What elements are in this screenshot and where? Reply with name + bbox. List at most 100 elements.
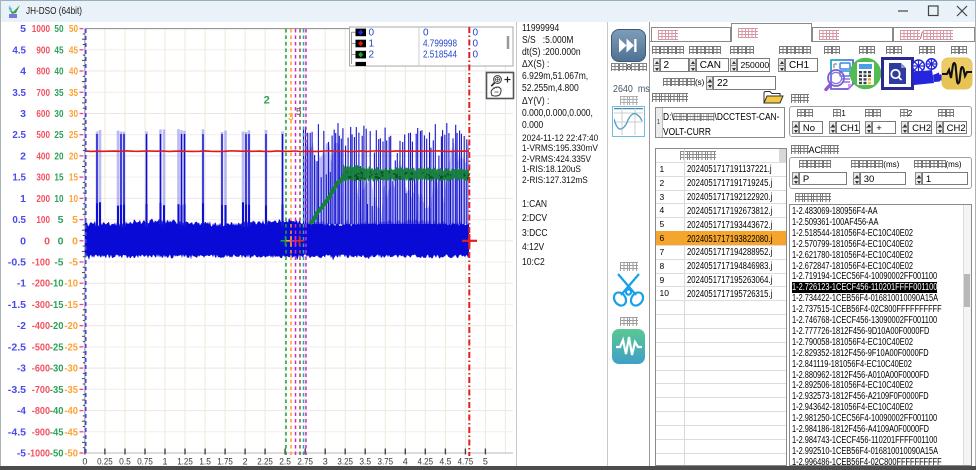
svg-text:15: 15 [69, 172, 78, 184]
svg-text:10: 10 [54, 193, 63, 205]
svg-text:-15: -15 [64, 299, 78, 311]
svg-text:1000: 1000 [32, 23, 50, 35]
svg-text:15: 15 [54, 172, 63, 184]
svg-text:100: 100 [36, 214, 50, 226]
svg-text:0: 0 [473, 27, 479, 38]
svg-text:-40: -40 [50, 405, 64, 417]
svg-text:-1000: -1000 [27, 448, 50, 460]
svg-text:-100: -100 [32, 257, 50, 269]
svg-text:-45: -45 [50, 426, 64, 438]
svg-text:-300: -300 [32, 299, 50, 311]
svg-text:-15: -15 [50, 299, 64, 311]
svg-text:4.5: 4.5 [440, 457, 452, 467]
svg-text:2.5: 2.5 [12, 129, 26, 141]
svg-text:5: 5 [58, 214, 64, 226]
svg-text:-45: -45 [64, 426, 78, 438]
svg-text:0.75: 0.75 [137, 457, 153, 467]
svg-text:5: 5 [483, 457, 488, 467]
svg-text:-25: -25 [64, 341, 78, 353]
svg-text:3.25: 3.25 [337, 457, 353, 467]
svg-text:500: 500 [36, 129, 50, 141]
svg-text:35: 35 [54, 87, 63, 99]
svg-text:-30: -30 [50, 363, 64, 375]
svg-text:-4.5: -4.5 [8, 426, 26, 438]
svg-text:4.799998: 4.799998 [423, 39, 457, 50]
svg-text:0: 0 [423, 27, 429, 38]
svg-text:-10: -10 [64, 278, 78, 290]
svg-text:2: 2 [264, 95, 270, 107]
svg-text:0: 0 [369, 27, 375, 38]
svg-text:-700: -700 [32, 384, 50, 396]
svg-text:20: 20 [69, 150, 78, 162]
svg-text:-5: -5 [69, 257, 78, 269]
svg-text:200: 200 [36, 193, 50, 205]
svg-text:40: 40 [69, 66, 78, 78]
svg-text:400: 400 [36, 150, 50, 162]
svg-text:2.518544: 2.518544 [423, 50, 457, 61]
svg-text:50: 50 [54, 23, 63, 35]
svg-text:2.5: 2.5 [279, 457, 291, 467]
svg-text:3: 3 [288, 112, 294, 123]
svg-text:45: 45 [69, 44, 78, 56]
svg-text:-3: -3 [17, 363, 26, 375]
svg-text:35: 35 [69, 87, 78, 99]
svg-text:-2.5: -2.5 [8, 341, 26, 353]
svg-text:5: 5 [296, 107, 302, 118]
svg-text:-3.5: -3.5 [8, 384, 26, 396]
svg-text:-600: -600 [32, 363, 50, 375]
svg-text:-5: -5 [54, 257, 63, 269]
svg-text:2: 2 [243, 457, 248, 467]
svg-text:10: 10 [69, 193, 78, 205]
svg-text:2: 2 [369, 50, 375, 61]
svg-text:600: 600 [36, 108, 50, 120]
svg-text:1: 1 [369, 39, 375, 50]
svg-text:0.25: 0.25 [97, 457, 113, 467]
svg-text:-500: -500 [32, 341, 50, 353]
svg-text:1: 1 [20, 193, 26, 205]
svg-text:0: 0 [473, 39, 479, 50]
svg-text:1: 1 [162, 457, 167, 467]
svg-text:0: 0 [82, 457, 87, 467]
svg-text:3.75: 3.75 [378, 457, 394, 467]
svg-text:-400: -400 [32, 320, 50, 332]
svg-text:-20: -20 [64, 320, 78, 332]
svg-text:50: 50 [69, 23, 78, 35]
svg-text:-50: -50 [50, 448, 64, 460]
svg-text:-35: -35 [50, 384, 64, 396]
svg-text:45: 45 [54, 44, 63, 56]
svg-text:-20: -20 [50, 320, 64, 332]
svg-text:-25: -25 [50, 341, 64, 353]
svg-text:0: 0 [20, 235, 26, 247]
svg-text:4.75: 4.75 [458, 457, 474, 467]
svg-text:25: 25 [54, 129, 63, 141]
svg-text:-10: -10 [50, 278, 64, 290]
svg-text:0: 0 [44, 235, 50, 247]
svg-text:-0.5: -0.5 [8, 257, 26, 269]
svg-text:-40: -40 [64, 405, 78, 417]
svg-text:-50: -50 [64, 448, 78, 460]
svg-text:-30: -30 [64, 363, 78, 375]
svg-text:5: 5 [72, 214, 78, 226]
svg-text:-2: -2 [17, 320, 26, 332]
svg-text:20: 20 [54, 150, 63, 162]
svg-text:30: 30 [54, 108, 63, 120]
svg-text:3: 3 [323, 457, 328, 467]
svg-text:-4: -4 [17, 405, 26, 417]
svg-text:2.75: 2.75 [297, 457, 313, 467]
svg-text:-900: -900 [32, 426, 50, 438]
svg-text:900: 900 [36, 44, 50, 56]
svg-text:700: 700 [36, 87, 50, 99]
svg-text:1.75: 1.75 [217, 457, 233, 467]
svg-text:0: 0 [72, 235, 78, 247]
svg-text:2.25: 2.25 [257, 457, 273, 467]
svg-text:-35: -35 [64, 384, 78, 396]
svg-text:1.5: 1.5 [199, 457, 211, 467]
svg-text:1.25: 1.25 [177, 457, 193, 467]
svg-text:40: 40 [54, 66, 63, 78]
svg-text:0.5: 0.5 [12, 214, 26, 226]
svg-text:4: 4 [20, 66, 26, 78]
svg-text:-800: -800 [32, 405, 50, 417]
svg-text:4.5: 4.5 [12, 44, 26, 56]
svg-text:3.5: 3.5 [359, 457, 371, 467]
svg-text:3: 3 [20, 108, 26, 120]
